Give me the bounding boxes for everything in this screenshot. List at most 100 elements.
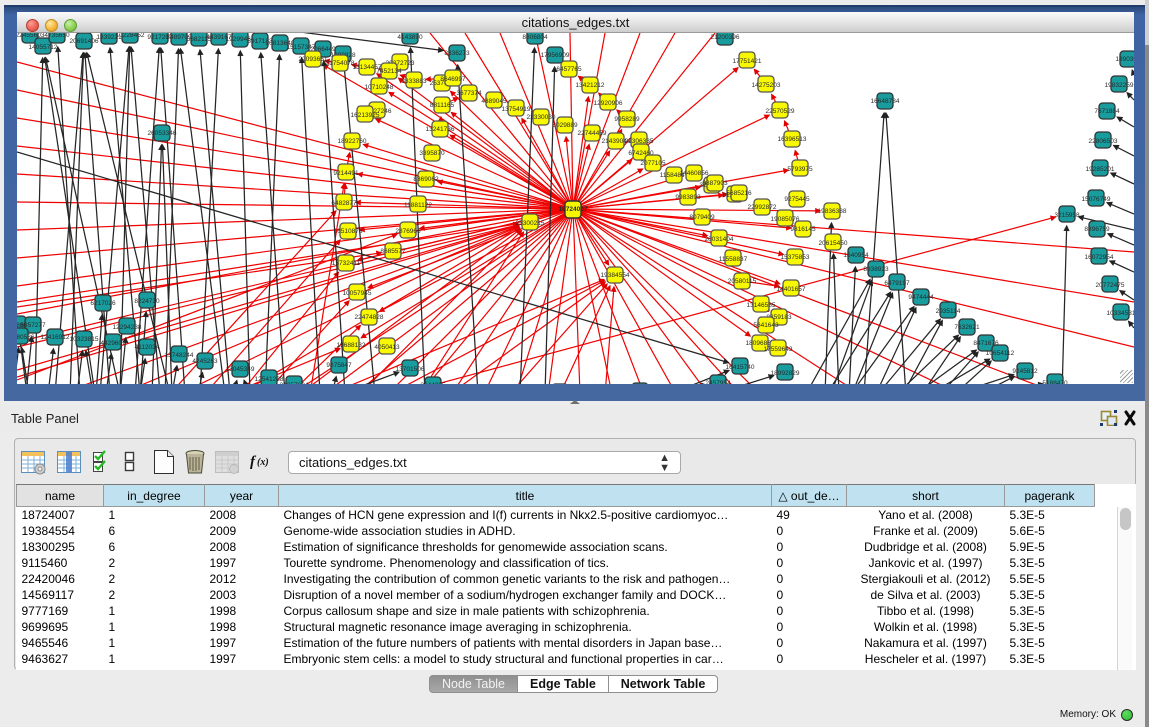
svg-text:3644095: 3644095 (420, 382, 446, 384)
svg-text:15180586: 15180586 (17, 334, 35, 341)
svg-text:7671884: 7671884 (1094, 108, 1120, 115)
svg-text:4735650: 4735650 (44, 33, 70, 39)
svg-text:9983893: 9983893 (675, 194, 701, 201)
svg-text:8396759: 8396759 (1084, 226, 1110, 233)
svg-text:16415740: 16415740 (726, 364, 755, 371)
svg-text:13421212: 13421212 (576, 82, 605, 89)
svg-text:8646997: 8646997 (440, 76, 466, 83)
svg-text:4245263: 4245263 (192, 358, 218, 365)
svg-text:1890399: 1890399 (1115, 56, 1134, 63)
svg-text:9214491: 9214491 (333, 170, 359, 177)
svg-text:10334531: 10334531 (1107, 310, 1134, 317)
svg-text:19384554: 19384554 (601, 272, 630, 279)
svg-text:16213925: 16213925 (351, 112, 380, 119)
svg-text:22992872: 22992872 (748, 204, 777, 211)
svg-text:2077105: 2077105 (640, 160, 666, 167)
svg-text:13146585: 13146585 (747, 302, 776, 309)
svg-text:16072954: 16072954 (1085, 254, 1114, 261)
svg-text:5685216: 5685216 (726, 190, 752, 197)
svg-text:17559643: 17559643 (764, 346, 793, 353)
svg-text:22570529: 22570529 (766, 108, 795, 115)
svg-text:3215958: 3215958 (1054, 212, 1080, 219)
svg-text:7452134: 7452134 (376, 68, 402, 75)
svg-text:9887903: 9887903 (702, 180, 728, 187)
svg-text:22806503: 22806503 (1089, 138, 1118, 145)
svg-text:6479197: 6479197 (884, 280, 910, 287)
svg-text:22474828: 22474828 (355, 314, 384, 321)
svg-text:18992829: 18992829 (771, 370, 800, 377)
svg-text:15375853: 15375853 (781, 254, 810, 261)
svg-text:13045349: 13045349 (226, 366, 255, 373)
svg-text:4429607: 4429607 (100, 340, 126, 347)
svg-text:16510878: 16510878 (334, 228, 363, 235)
svg-text:14460856: 14460856 (680, 170, 709, 177)
svg-text:14275203: 14275203 (752, 82, 781, 89)
svg-text:12294238: 12294238 (113, 324, 142, 331)
svg-text:14055712: 14055712 (29, 44, 58, 51)
svg-text:16648784: 16648784 (871, 98, 900, 105)
svg-text:8369062: 8369062 (413, 176, 439, 183)
svg-text:20772475: 20772475 (1096, 282, 1125, 289)
svg-text:20691406: 20691406 (70, 38, 99, 45)
svg-text:8029889: 8029889 (552, 122, 578, 129)
svg-text:8336273: 8336273 (444, 50, 470, 57)
svg-text:21200396: 21200396 (711, 34, 740, 41)
svg-text:10228452: 10228452 (116, 33, 145, 39)
svg-text:22744459: 22744459 (578, 130, 607, 137)
svg-text:13241736: 13241736 (426, 126, 455, 133)
svg-text:8938923: 8938923 (863, 266, 889, 273)
svg-text:4112034: 4112034 (135, 344, 160, 351)
svg-text:6457765: 6457765 (556, 66, 582, 73)
svg-text:4389045: 4389045 (481, 98, 507, 105)
svg-text:2876966: 2876966 (395, 228, 421, 235)
svg-text:20615450: 20615450 (819, 240, 848, 247)
svg-text:9875847: 9875847 (326, 362, 352, 369)
svg-text:(x): (x) (257, 457, 269, 468)
svg-text:3395870: 3395870 (419, 150, 445, 157)
svg-text:3333883: 3333883 (401, 78, 427, 85)
svg-text:19285201: 19285201 (1086, 166, 1115, 173)
svg-text:17751421: 17751421 (733, 58, 762, 65)
svg-text:10710248: 10710248 (365, 84, 394, 91)
svg-text:17956909: 17956909 (541, 52, 570, 59)
svg-text:22330030: 22330030 (527, 114, 556, 121)
svg-text:13748244: 13748244 (165, 352, 194, 359)
svg-text:4050413: 4050413 (374, 344, 400, 351)
svg-text:18724007: 18724007 (559, 206, 588, 213)
svg-text:6482877: 6482877 (331, 200, 357, 207)
svg-text:19836388: 19836388 (818, 208, 847, 215)
svg-text:11558837: 11558837 (719, 256, 748, 263)
svg-text:13701506: 13701506 (396, 366, 425, 373)
svg-text:2457954: 2457954 (705, 380, 731, 384)
svg-text:2935114: 2935114 (936, 308, 961, 315)
svg-text:15076749: 15076749 (1082, 196, 1111, 203)
svg-text:9245812: 9245812 (1012, 368, 1038, 375)
svg-text:19688132: 19688132 (337, 342, 366, 349)
svg-text:14401657: 14401657 (777, 286, 806, 293)
svg-text:9816145: 9816145 (790, 226, 816, 233)
svg-text:21754078: 21754078 (326, 60, 355, 67)
svg-text:8811165: 8811165 (430, 102, 455, 109)
svg-text:7632621: 7632621 (954, 324, 980, 331)
svg-text:5188470: 5188470 (1042, 380, 1068, 384)
svg-text:22093651: 22093651 (299, 56, 328, 63)
svg-text:8224730: 8224730 (134, 298, 160, 305)
svg-text:8079409: 8079409 (689, 214, 715, 221)
svg-text:8806804: 8806804 (522, 34, 548, 41)
svg-text:13732411: 13732411 (332, 260, 361, 267)
svg-text:26053346: 26053346 (148, 130, 177, 137)
svg-text:25300215: 25300215 (516, 220, 545, 227)
svg-text:20580115: 20580115 (728, 278, 757, 285)
svg-text:4143890: 4143890 (397, 34, 423, 41)
svg-text:9474444: 9474444 (908, 294, 934, 301)
svg-text:21257684: 21257684 (280, 382, 309, 384)
svg-text:19832259: 19832259 (1105, 82, 1134, 89)
svg-text:20031404: 20031404 (705, 236, 734, 243)
svg-text:5641643: 5641643 (753, 322, 779, 329)
svg-text:9958289: 9958289 (614, 116, 640, 123)
svg-text:10654112: 10654112 (986, 350, 1015, 357)
svg-text:13754919: 13754919 (502, 106, 531, 113)
svg-text:12416912: 12416912 (41, 334, 70, 341)
svg-text:8685577: 8685577 (380, 248, 406, 255)
svg-text:10057945: 10057945 (343, 290, 372, 297)
